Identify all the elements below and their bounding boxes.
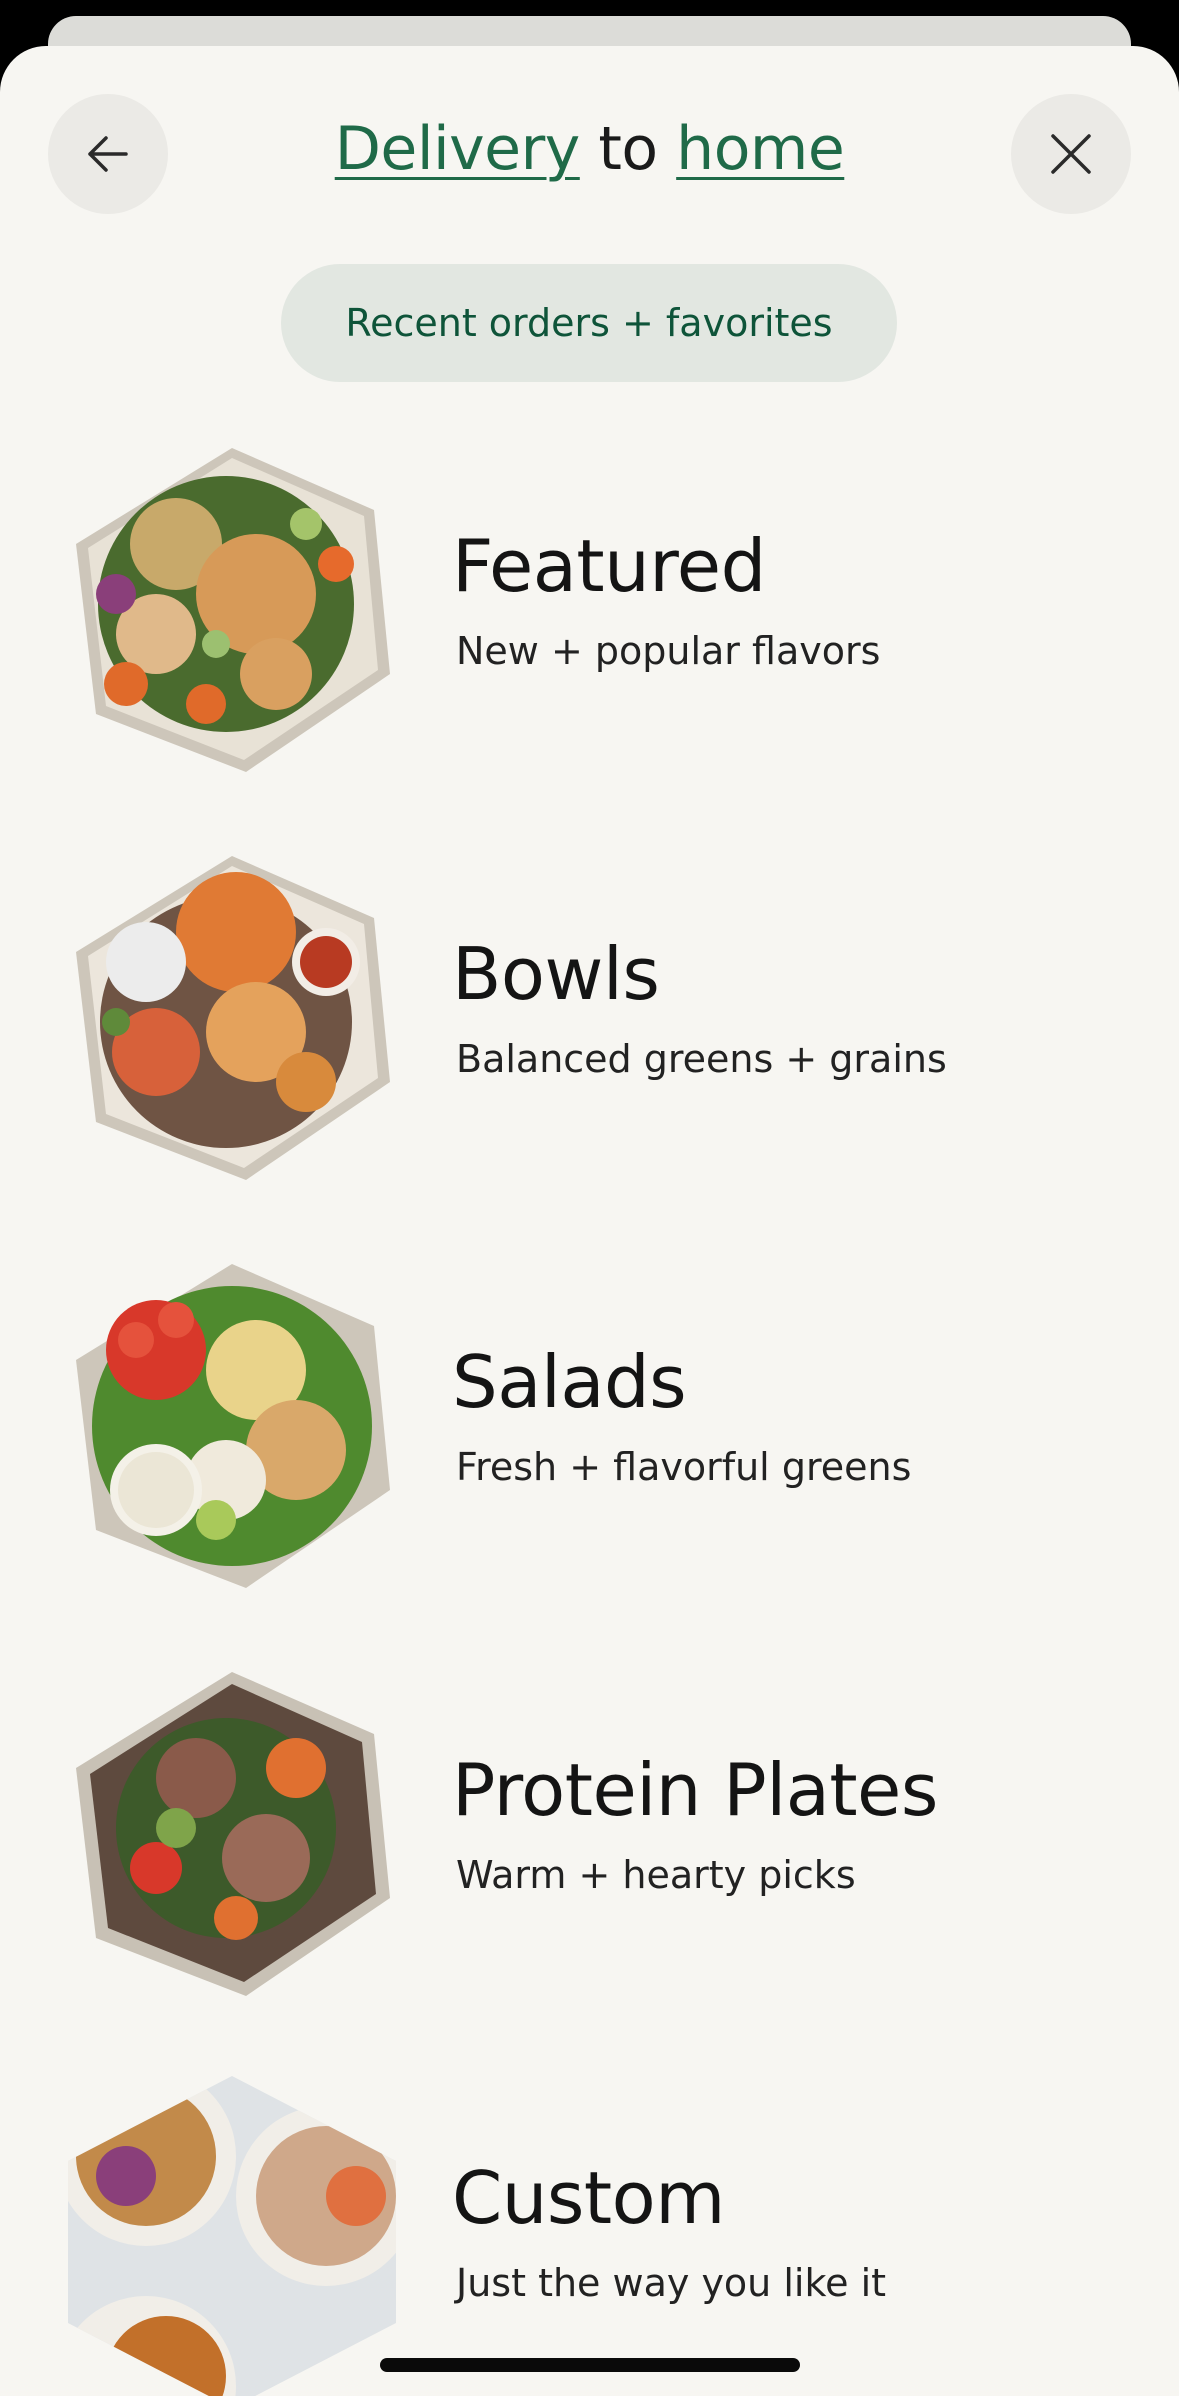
menu-category-sheet: Delivery to home Recent orders + favorit… — [0, 46, 1179, 2396]
home-indicator[interactable] — [380, 2358, 800, 2372]
category-name: Protein Plates — [452, 1748, 938, 1832]
salads-bowl-image — [76, 1264, 390, 1588]
close-button[interactable] — [1011, 94, 1131, 214]
category-item-custom[interactable]: Custom Just the way you like it — [0, 2066, 1179, 2396]
title-joiner: to — [579, 114, 677, 184]
delivery-address-link[interactable]: home — [676, 114, 845, 184]
page-title: Delivery to home — [150, 114, 1029, 184]
delivery-mode-link[interactable]: Delivery — [335, 114, 581, 184]
category-item-protein-plates[interactable]: Protein Plates Warm + hearty picks — [0, 1658, 1179, 2038]
category-subtitle: Balanced greens + grains — [456, 1037, 947, 1081]
category-item-bowls[interactable]: Bowls Balanced greens + grains — [0, 842, 1179, 1222]
category-subtitle: Warm + hearty picks — [456, 1853, 856, 1897]
category-item-featured[interactable]: Featured New + popular flavors — [0, 434, 1179, 814]
category-name: Salads — [452, 1340, 687, 1424]
category-item-salads[interactable]: Salads Fresh + flavorful greens — [0, 1250, 1179, 1630]
featured-bowl-image — [76, 448, 390, 772]
custom-bowls-image — [68, 2076, 396, 2396]
bowls-bowl-image — [76, 856, 390, 1180]
recent-orders-favorites-label: Recent orders + favorites — [345, 301, 833, 345]
arrow-left-icon — [88, 136, 128, 172]
protein-plates-bowl-image — [76, 1672, 390, 1996]
category-subtitle: New + popular flavors — [456, 629, 881, 673]
category-subtitle: Just the way you like it — [456, 2261, 887, 2305]
category-subtitle: Fresh + flavorful greens — [456, 1445, 912, 1489]
category-name: Custom — [452, 2156, 725, 2240]
category-name: Bowls — [452, 932, 660, 1016]
category-name: Featured — [452, 524, 766, 608]
close-icon — [1051, 134, 1091, 174]
recent-orders-favorites-button[interactable]: Recent orders + favorites — [281, 264, 897, 382]
